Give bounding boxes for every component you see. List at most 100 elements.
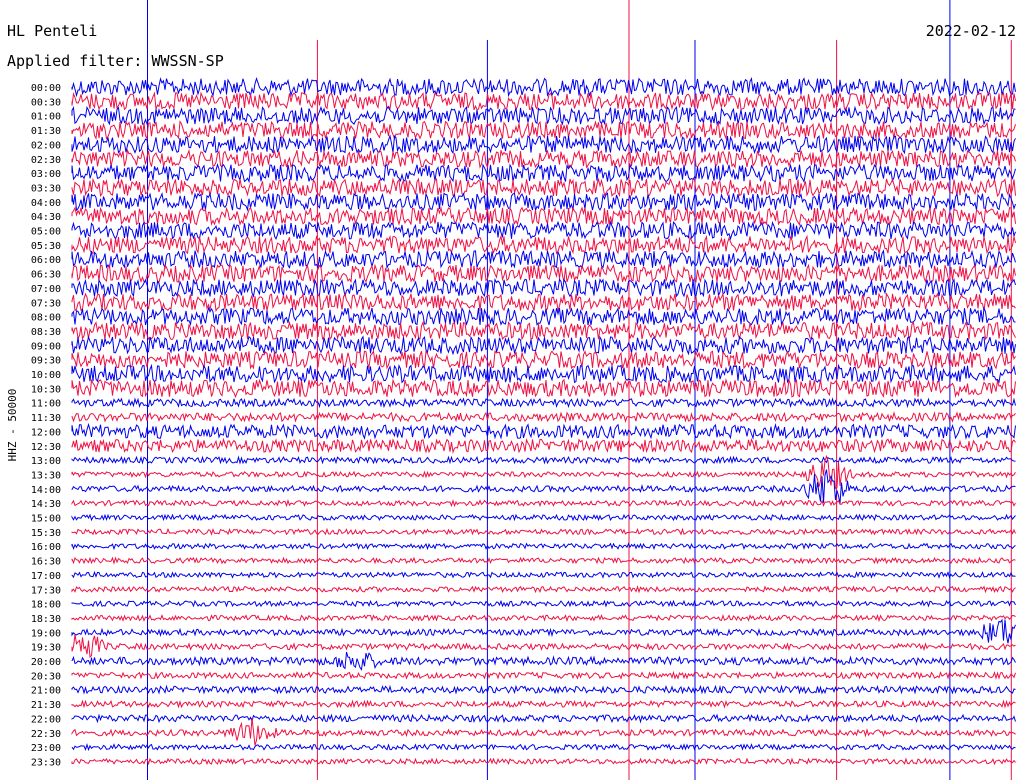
trace-1400: [71, 469, 1016, 504]
row-label: 15:30: [31, 528, 61, 539]
row-label: 17:30: [31, 585, 61, 596]
trace-1800: [71, 599, 1016, 608]
row-label: 14:30: [31, 499, 61, 510]
row-label: 20:00: [31, 657, 61, 668]
trace-0400: [71, 192, 1016, 212]
row-label: 10:30: [31, 384, 61, 395]
trace-0330: [71, 177, 1016, 198]
row-label: 10:00: [31, 370, 61, 381]
trace-0800: [71, 306, 1016, 327]
row-label: 12:30: [31, 442, 61, 453]
row-label: 09:30: [31, 356, 61, 367]
row-label: 17:00: [31, 571, 61, 582]
filter-label: Applied filter: WWSSN-SP: [7, 52, 224, 70]
trace-1200: [71, 422, 1016, 440]
row-label: 08:30: [31, 327, 61, 338]
trace-0830: [71, 320, 1016, 341]
trace-2100: [71, 684, 1016, 695]
row-label: 15:00: [31, 514, 61, 525]
row-label: 06:00: [31, 255, 61, 266]
trace-1730: [71, 585, 1016, 594]
seismogram-plot: HL Penteli 2022-02-12 Applied filter: WW…: [6, 0, 1016, 780]
date-label: 2022-02-12: [926, 22, 1016, 40]
trace-0300: [71, 162, 1016, 184]
row-label: 07:00: [31, 284, 61, 295]
trace-1630: [71, 556, 1016, 565]
row-label: 22:00: [31, 714, 61, 725]
trace-0030: [71, 91, 1016, 111]
row-label: 23:30: [31, 757, 61, 768]
row-label: 01:00: [31, 112, 61, 123]
row-label: 00:30: [31, 97, 61, 108]
row-label: 11:00: [31, 399, 61, 410]
trace-2330: [71, 757, 1016, 766]
trace-1530: [71, 527, 1016, 536]
trace-1300: [71, 455, 1016, 465]
trace-layer: [71, 76, 1016, 766]
trace-2130: [71, 699, 1016, 709]
trace-1000: [71, 363, 1016, 384]
trace-0130: [71, 120, 1016, 141]
row-label: 21:30: [31, 700, 61, 711]
trace-0200: [71, 134, 1016, 155]
trace-2200: [71, 713, 1016, 724]
row-label: 06:30: [31, 270, 61, 281]
row-label: 18:30: [31, 614, 61, 625]
trace-1430: [71, 498, 1016, 508]
row-label: 13:00: [31, 456, 61, 467]
trace-0900: [71, 335, 1016, 356]
trace-0930: [71, 349, 1016, 370]
row-label: 04:00: [31, 198, 61, 209]
trace-1030: [71, 378, 1016, 399]
trace-0530: [71, 234, 1016, 255]
row-label: 18:00: [31, 600, 61, 611]
row-label: 04:30: [31, 212, 61, 223]
row-label: 05:00: [31, 227, 61, 238]
row-label-layer: 00:00 00:30 01:00 01:30 02:00 02:30 03:00 03:30…: [31, 83, 61, 768]
row-label: 01:30: [31, 126, 61, 137]
row-label: 08:00: [31, 313, 61, 324]
row-label: 13:30: [31, 470, 61, 481]
trace-0230: [71, 148, 1016, 169]
row-label: 20:30: [31, 671, 61, 682]
trace-0730: [71, 292, 1016, 313]
row-label: 21:00: [31, 686, 61, 697]
trace-1500: [71, 513, 1016, 522]
y-axis-label: HHZ - 50000: [6, 389, 19, 462]
row-label: 02:00: [31, 140, 61, 151]
station-title: HL Penteli: [7, 22, 97, 40]
row-label: 23:00: [31, 743, 61, 754]
trace-1930: [71, 634, 1016, 659]
row-label: 19:00: [31, 628, 61, 639]
row-label: 03:30: [31, 183, 61, 194]
trace-0100: [71, 105, 1016, 126]
row-label: 12:00: [31, 427, 61, 438]
row-label: 16:00: [31, 542, 61, 553]
trace-1700: [71, 570, 1016, 579]
row-label: 03:00: [31, 169, 61, 180]
row-label: 00:00: [31, 83, 61, 94]
trace-2230: [71, 717, 1016, 746]
trace-0500: [71, 220, 1016, 241]
row-label: 02:30: [31, 155, 61, 166]
row-label: 11:30: [31, 413, 61, 424]
trace-0430: [71, 206, 1016, 227]
row-label: 14:00: [31, 485, 61, 496]
row-label: 19:30: [31, 643, 61, 654]
row-label: 09:00: [31, 341, 61, 352]
row-label: 16:30: [31, 557, 61, 568]
trace-2030: [71, 670, 1016, 680]
trace-0700: [71, 277, 1016, 298]
row-label: 05:30: [31, 241, 61, 252]
trace-1900: [71, 618, 1016, 644]
trace-1230: [71, 437, 1016, 455]
trace-1600: [71, 542, 1016, 551]
trace-1100: [71, 397, 1016, 409]
trace-0600: [71, 249, 1016, 270]
trace-0000: [71, 76, 1016, 98]
trace-1130: [71, 411, 1016, 424]
row-label: 07:30: [31, 298, 61, 309]
trace-2000: [71, 651, 1016, 671]
trace-2300: [71, 743, 1016, 752]
trace-0630: [71, 263, 1016, 284]
